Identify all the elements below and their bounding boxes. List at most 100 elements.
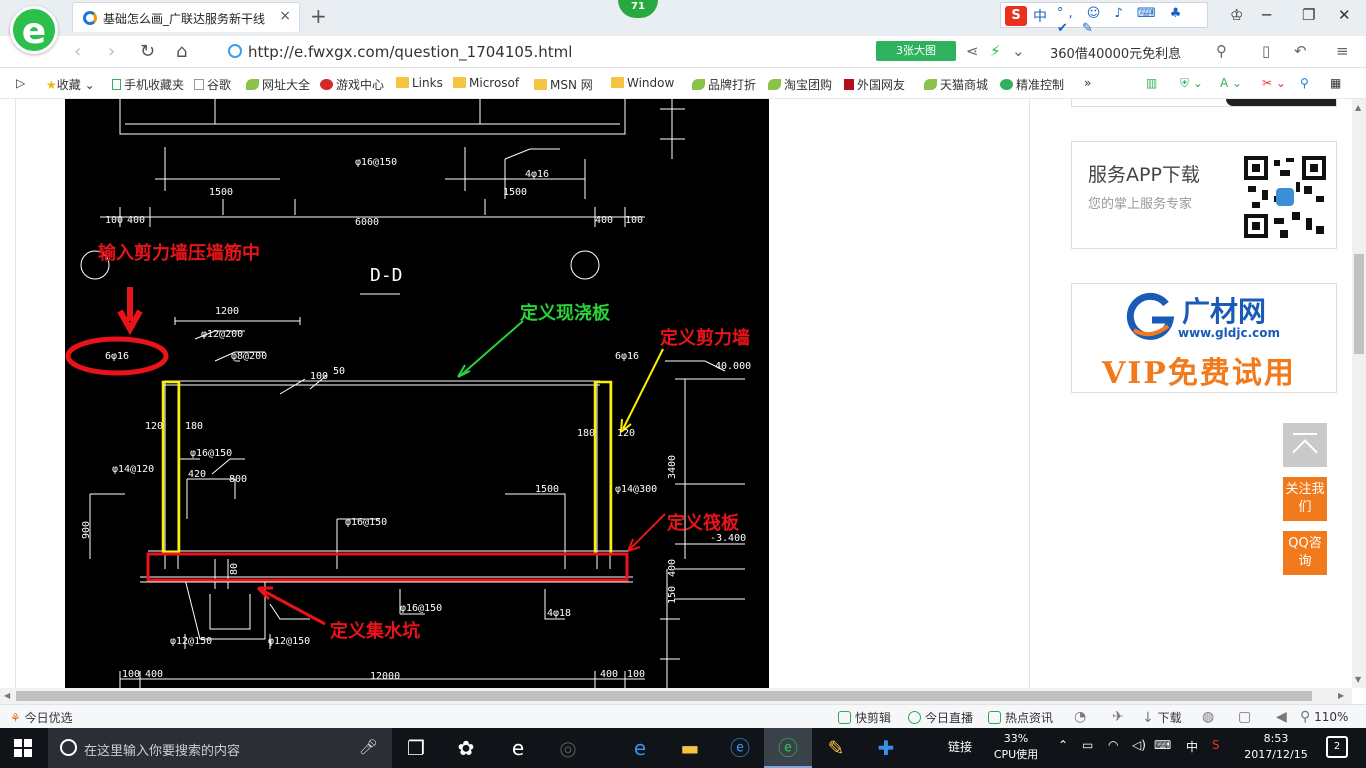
follow-us-button[interactable]: 关注我们 [1283,477,1327,521]
pinwheel-app-icon[interactable]: ✿ [442,728,490,768]
chrome-app-icon[interactable]: ◎ [544,728,592,768]
bookmark-taobao[interactable]: 淘宝团购 [768,76,832,93]
bookmark-games[interactable]: 游戏中心 [320,76,384,93]
cleanup-icon[interactable]: ◍ [1202,709,1214,725]
back-to-top-button[interactable] [1283,423,1327,467]
ime-tool-icons[interactable]: °, ☺ ♪ ⌨ ♣ ✔ ✎ [1057,6,1207,36]
sogou-tray-icon[interactable]: S [1212,738,1220,752]
shield-icon[interactable]: ⛨ ⌄ [1180,76,1203,91]
zoom-level[interactable]: ⚲ 110% [1300,709,1348,725]
ime-language-toggle[interactable]: 中 [1033,6,1047,26]
microphone-icon[interactable]: 🎤︎ [359,738,378,756]
mobile-icon[interactable]: ▯ [1262,42,1270,60]
explorer-app-icon[interactable]: ▬ [666,728,714,768]
bookmark-links[interactable]: Links [396,76,443,90]
browser-tab[interactable]: 基础怎么画_广联达服务新干线 × [72,2,300,32]
system-clock[interactable]: 8:53 2017/12/15 [1240,731,1312,763]
bookmark-windows[interactable]: Window [611,76,674,90]
speed-icon[interactable]: ◔ [1074,709,1086,725]
reader-icon[interactable]: ▥ [1146,76,1157,90]
app-download-card[interactable]: 服务APP下载 您的掌上服务专家 [1071,141,1337,249]
bookmark-google[interactable]: 谷歌 [194,76,231,93]
bookmark-mobile[interactable]: 手机收藏夹 [112,76,184,93]
scroll-up-icon[interactable]: ▲ [1355,103,1361,112]
lightning-icon[interactable]: ⚡ [990,42,1001,60]
image-view-button[interactable]: 3张大图 [876,41,956,61]
download-button[interactable]: ↓ 下载 [1142,709,1182,726]
windows-start-icon[interactable] [14,739,32,757]
qq-consult-button[interactable]: QQ咨询 [1283,531,1327,575]
status-item-live[interactable]: 今日直播 [908,709,973,726]
chevron-down-icon[interactable]: ⌄ [1012,42,1025,60]
cpu-usage[interactable]: 33% CPU使用 [988,731,1044,763]
url-input[interactable]: http://e.fwxgx.com/question_1704105.html [216,40,866,64]
bookmark-microsoft[interactable]: Microsof [453,76,519,90]
ime-mode[interactable]: 中 [1186,738,1198,755]
bookmark-tmall[interactable]: 天猫商城 [924,76,988,93]
menu-icon[interactable]: ≡ [1336,42,1349,60]
taskbar-link[interactable]: 链接 [948,738,972,755]
new-tab-button[interactable]: + [310,4,327,28]
close-window-icon[interactable]: ✕ [1338,6,1351,24]
ime-toolbar[interactable]: S 中 °, ☺ ♪ ⌨ ♣ ✔ ✎ [1000,2,1208,36]
bookmark-msn[interactable]: MSN 网 [534,76,593,93]
edge-app-icon[interactable]: e [616,728,664,768]
home-icon[interactable]: ⌂ [176,41,187,62]
status-item-clip[interactable]: 快剪辑 [838,709,891,726]
cad-app-icon[interactable]: ✚ [862,728,910,768]
app-card-desc: 您的掌上服务专家 [1088,197,1193,212]
status-item-news[interactable]: 热点资讯 [988,709,1053,726]
grid-icon[interactable]: ▦ [1330,76,1341,90]
share-icon[interactable]: ⋖ [966,42,979,60]
forward-icon[interactable]: › [108,41,115,62]
scroll-left-icon[interactable]: ◀ [4,691,10,700]
taskbar-search-input[interactable]: 在这里输入你要搜索的内容 🎤︎ [48,728,392,768]
scroll-right-icon[interactable]: ▶ [1338,691,1344,700]
bookmarks-more-button[interactable]: » [1084,76,1091,90]
horizontal-scrollbar[interactable]: ◀ ▶ [0,688,1352,704]
ie-blue-app-icon[interactable]: ⓔ [716,728,764,768]
search-icon[interactable]: ⚲ [1216,42,1227,60]
volume-icon[interactable]: ◁) [1132,738,1146,752]
sidebar-toggle-icon[interactable]: ▷ [16,76,25,90]
sogou-logo-icon[interactable]: S [1005,6,1027,26]
shirt-icon[interactable]: ♔ [1230,6,1243,24]
bookmark-sites[interactable]: 网址大全 [246,76,310,93]
keyboard-icon[interactable]: ⌨ [1154,738,1171,752]
today-picks[interactable]: ⚘ 今日优选 [10,709,73,726]
minimize-icon[interactable]: ─ [1262,6,1271,24]
wifi-icon[interactable]: ◠ [1108,738,1118,752]
bookmark-precise[interactable]: 精准控制 [1000,76,1064,93]
pin-icon[interactable]: ✈ [1112,709,1124,725]
chevron-up-icon [1292,439,1318,465]
bookmark-brand-discount[interactable]: 品牌打折 [692,76,756,93]
translate-icon[interactable]: A ⌄ [1220,76,1242,90]
refresh-icon[interactable]: ↻ [140,41,155,62]
notification-center-icon[interactable]: 2 [1326,736,1348,758]
notes-app-icon[interactable]: ✎ [812,728,860,768]
browser-360-app-icon[interactable]: ⓔ [764,728,812,768]
vertical-scrollbar[interactable]: ▲ ▼ [1352,99,1366,688]
browser-logo-icon[interactable]: e [10,6,58,54]
restore-icon[interactable]: ❐ [1302,6,1315,24]
ie-app-icon[interactable]: e [494,728,542,768]
mute-icon[interactable]: ◀ [1276,709,1287,725]
bookmark-favorites[interactable]: ★收藏 ⌄ [46,76,95,93]
horizontal-scroll-thumb[interactable] [16,691,1312,701]
battery-icon[interactable]: ▭ [1082,738,1093,752]
gldjc-ad-banner[interactable]: 广材网 www.gldjc.com VIP免费试用 [1071,283,1337,393]
scissors-icon[interactable]: ✂ ⌄ [1262,76,1286,90]
undo-icon[interactable]: ↶ [1294,42,1307,60]
bookmark-foreign[interactable]: 外国网友 [844,76,905,93]
notification-badge[interactable]: 71 [618,0,658,18]
window-icon[interactable]: ▢ [1238,709,1251,725]
url-text[interactable]: http://e.fwxgx.com/question_1704105.html [248,43,572,61]
task-view-icon[interactable]: ❐ [392,728,440,768]
back-icon[interactable]: ‹ [74,41,81,62]
vertical-scroll-thumb[interactable] [1354,254,1364,354]
tray-expand-icon[interactable]: ⌃ [1058,738,1068,752]
promo-link[interactable]: 360借40000元免利息 [1050,43,1181,62]
find-icon[interactable]: ⚲ [1300,76,1309,90]
tab-close-button[interactable]: × [279,8,291,24]
scroll-down-icon[interactable]: ▼ [1355,675,1361,684]
